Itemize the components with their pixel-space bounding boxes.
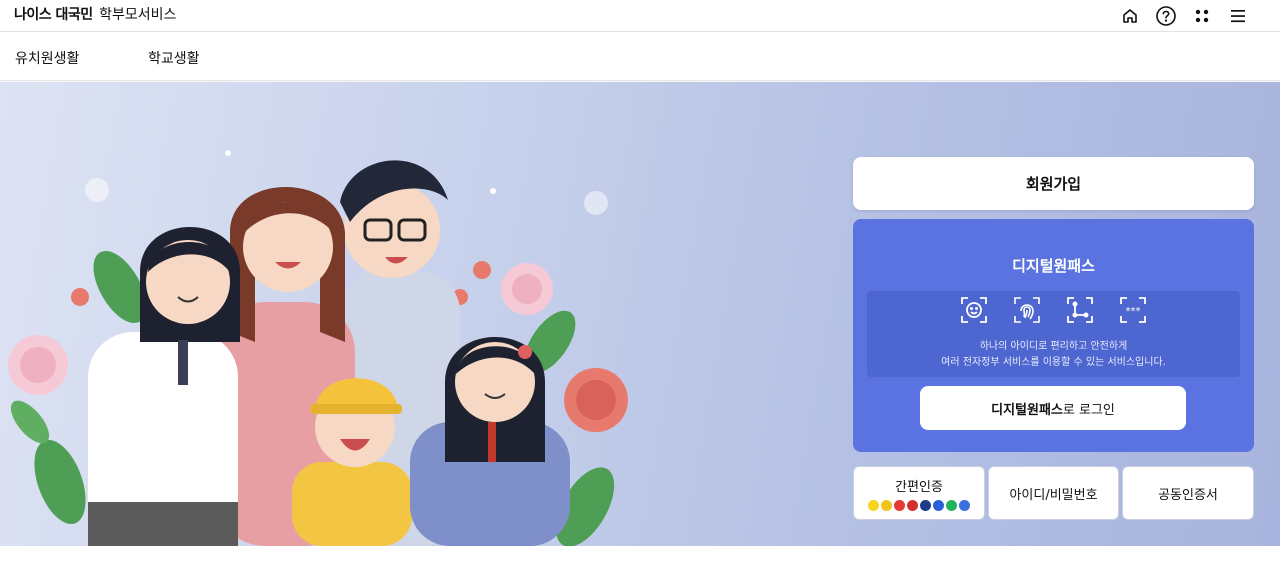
toss-logo-icon: [959, 499, 970, 511]
alternative-auth-row: 간편인증 아이디/비밀번호 공동인증서: [853, 466, 1254, 520]
page-bottom: [0, 546, 1280, 567]
apps-icon[interactable]: [1190, 4, 1214, 28]
description-line-2: 여러 전자정부 서비스를 이용할 수 있는 서비스입니다.: [941, 357, 1166, 368]
family-illustration: [8, 150, 628, 546]
digital-onepass-login-button[interactable]: 디지털원패스 로 로그인: [920, 386, 1186, 430]
menu-icon[interactable]: [1226, 4, 1250, 28]
nav-item-kindergarten[interactable]: 유치원생활: [15, 48, 79, 68]
digital-onepass-title: 디지털원패스: [1012, 257, 1095, 275]
nav-item-school[interactable]: 학교생활: [148, 48, 200, 68]
id-password-button[interactable]: 아이디/비밀번호: [988, 466, 1119, 520]
pattern-icon: [1065, 295, 1095, 325]
main-nav: 유치원생활 학교생활: [0, 33, 1280, 81]
simple-auth-button[interactable]: 간편인증: [853, 466, 985, 520]
shinhan-logo-icon: [933, 499, 944, 511]
login-bold-text: 디지털원패스: [991, 402, 1063, 418]
description-line-1: 하나의 아이디로 편리하고 안전하게: [979, 341, 1128, 352]
brand-logo[interactable]: 나이스 대국민 학부모서비스: [14, 6, 176, 24]
home-icon[interactable]: [1118, 4, 1142, 28]
auth-method-icons: ***: [959, 295, 1171, 325]
brand-bold: 나이스 대국민: [14, 7, 93, 23]
svg-text:***: ***: [1126, 306, 1141, 317]
digital-onepass-info: *** 하나의 아이디로 편리하고 안전하게 여러 전자정부 서비스를 이용할 …: [867, 291, 1240, 377]
pass-logo-icon: [881, 499, 892, 511]
fingerprint-icon: [1012, 295, 1042, 325]
pin-icon: ***: [1118, 295, 1148, 325]
brand-light: 학부모서비스: [99, 7, 177, 23]
simple-auth-label: 간편인증: [895, 479, 943, 495]
joint-certificate-button[interactable]: 공동인증서: [1122, 466, 1254, 520]
kb-logo-icon: [920, 499, 931, 511]
top-bar: 나이스 대국민 학부모서비스: [0, 0, 1280, 32]
simple-auth-provider-logos: [867, 499, 971, 511]
top-icons: [1106, 4, 1250, 28]
digital-onepass-card: 디지털원패스 *** 하나의 아이디로 편리하고 안전하게 여러 전자정부 서비…: [853, 219, 1254, 452]
help-icon[interactable]: [1154, 4, 1178, 28]
digital-onepass-description: 하나의 아이디로 편리하고 안전하게 여러 전자정부 서비스를 이용할 수 있는…: [867, 339, 1240, 371]
payco-logo-icon: [894, 499, 905, 511]
signup-button[interactable]: 회원가입: [853, 157, 1254, 210]
kakao-logo-icon: [868, 499, 879, 511]
samsung-pass-logo-icon: [907, 499, 918, 511]
face-icon: [959, 295, 989, 325]
naver-logo-icon: [946, 499, 957, 511]
login-rest-text: 로 로그인: [1062, 402, 1115, 418]
